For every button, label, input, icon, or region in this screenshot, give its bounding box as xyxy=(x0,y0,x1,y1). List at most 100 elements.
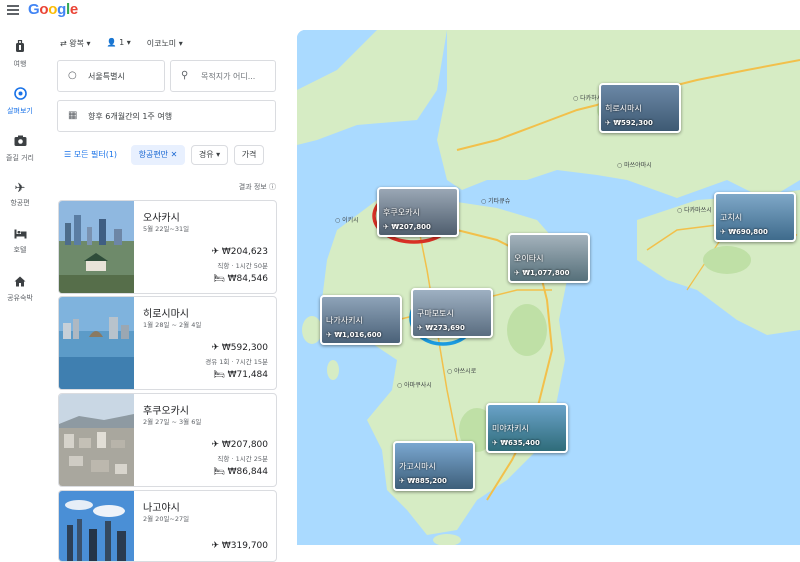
pin-city: 고치시 xyxy=(720,213,743,222)
dropdown-arrow-icon: ▾ xyxy=(83,39,91,48)
rail-item-flights[interactable]: ✈ 항공편 xyxy=(0,182,40,208)
rail-label: 여행 xyxy=(13,60,27,68)
explore-panel: ⇄ 왕복 ▾ 👤 1 ▾ 이코노미 ▾ ○ 서울특별시 ⚲ 목적지가 어디...… xyxy=(46,30,286,562)
map-canvas[interactable] xyxy=(297,30,800,545)
result-duration: 직항 · 1시간 50분 xyxy=(217,262,268,270)
pin-city: 후쿠오카시 xyxy=(383,208,420,217)
rail-item-things-to-do[interactable]: 즐길 거리 xyxy=(0,135,40,163)
hotel-bed-icon: 🛏 xyxy=(213,274,228,284)
map-place-label: ○ 야쓰시로 xyxy=(447,368,477,375)
camera-icon xyxy=(0,135,40,150)
house-icon xyxy=(0,276,40,290)
map-pin-hiroshima[interactable]: 히로시마시 ✈ ₩592,300 xyxy=(599,83,681,133)
flight-icon: ✈ xyxy=(211,247,222,257)
stops-chip[interactable]: 경유 ▾ xyxy=(190,145,229,165)
map-pin-kumamoto[interactable]: 구마모토시 ✈ ₩273,690 xyxy=(411,288,493,338)
result-flight-price: ✈ ₩592,300 xyxy=(211,343,268,353)
origin-value: 서울특별시 xyxy=(88,72,125,81)
result-duration: 직항 · 1시간 25분 xyxy=(217,455,268,463)
origin-circle-icon: ○ xyxy=(68,70,77,81)
map-place-label: ○ 이키시 xyxy=(335,217,359,224)
flight-price-value: ₩207,800 xyxy=(221,440,268,450)
close-icon[interactable]: ✕ xyxy=(168,150,178,159)
map-pin-kochi[interactable]: 고치시 ✈ ₩690,800 xyxy=(714,192,796,242)
map-pin-nagasaki[interactable]: 나가사키시 ✈ ₩1,016,600 xyxy=(320,295,402,345)
trip-type-value: 왕복 xyxy=(69,39,84,48)
rail-label: 호텔 xyxy=(13,246,27,254)
destination-photo xyxy=(59,297,134,389)
map-pin-fukuoka[interactable]: 후쿠오카시 ✈ ₩207,800 xyxy=(377,187,459,237)
menu-icon[interactable] xyxy=(7,5,19,15)
rail-label: 항공편 xyxy=(10,199,30,207)
map-pin-miyazaki[interactable]: 미야자키시 ✈ ₩635,400 xyxy=(486,403,568,453)
airline-chip[interactable]: 항공편만 ✕ xyxy=(130,145,186,165)
location-pin-icon: ⚲ xyxy=(181,70,189,81)
all-filters-label: 모든 필터(1) xyxy=(73,150,118,159)
swap-icon: ⇄ xyxy=(60,39,70,48)
calendar-icon: ▦ xyxy=(68,110,78,121)
flight-price-value: ₩592,300 xyxy=(221,343,268,353)
price-chip-label: 가격 xyxy=(241,150,257,159)
stops-chip-label: 경유 xyxy=(198,150,214,159)
flight-price-value: ₩204,623 xyxy=(221,247,268,257)
hotel-price-value: ₩71,484 xyxy=(227,370,268,380)
explore-icon xyxy=(0,87,40,103)
rail-label: 살펴보기 xyxy=(7,107,33,115)
rail-item-vacation-rentals[interactable]: 공유숙박 xyxy=(0,276,40,303)
dates-field[interactable]: ▦ 향후 6개월간의 1주 여행 xyxy=(57,100,276,132)
rail-item-explore[interactable]: 살펴보기 xyxy=(0,87,40,116)
result-card[interactable]: 오사카시 5월 22일~31일 ✈ ₩204,623 직항 · 1시간 50분 … xyxy=(58,200,277,294)
result-flight-price: ✈ ₩207,800 xyxy=(211,440,268,450)
google-logo[interactable]: Google xyxy=(28,1,78,18)
cabin-select[interactable]: 이코노미 ▾ xyxy=(147,38,183,49)
hotel-bed-icon: 🛏 xyxy=(213,370,228,380)
dropdown-arrow-icon: ▾ xyxy=(124,38,131,47)
dates-value: 향후 6개월간의 1주 여행 xyxy=(88,112,173,121)
pin-price-value: ₩1,016,600 xyxy=(334,331,382,339)
result-city: 오사카시 xyxy=(143,213,180,224)
flight-icon: ✈ xyxy=(211,440,222,450)
pin-city: 오이타시 xyxy=(514,254,544,263)
pin-city: 가고시마시 xyxy=(399,462,436,471)
cabin-value: 이코노미 xyxy=(146,39,177,48)
flight-icon: ✈ xyxy=(14,181,26,196)
pin-city: 나가사키시 xyxy=(326,316,363,325)
trip-options-row: ⇄ 왕복 ▾ 👤 1 ▾ 이코노미 ▾ xyxy=(60,38,183,49)
trip-type-select[interactable]: ⇄ 왕복 ▾ xyxy=(60,38,91,49)
map-place-label: ○ 기타큐슈 xyxy=(481,198,511,205)
price-chip[interactable]: 가격 xyxy=(233,145,265,165)
passengers-select[interactable]: 👤 1 ▾ xyxy=(107,38,131,49)
pin-price-value: ₩1,077,800 xyxy=(522,269,570,277)
info-icon: ⓘ xyxy=(269,183,276,191)
pin-price: ✈ ₩635,400 xyxy=(492,439,540,447)
hotel-bed-icon xyxy=(0,229,40,242)
result-card[interactable]: 히로시마시 1월 28일 ~ 2월 4일 ✈ ₩592,300 경유 1회 · … xyxy=(58,296,277,390)
pin-price-value: ₩207,800 xyxy=(391,223,431,231)
origin-field[interactable]: ○ 서울특별시 xyxy=(57,60,165,92)
pin-price: ✈ ₩207,800 xyxy=(383,223,431,231)
hotel-price-value: ₩84,546 xyxy=(227,274,268,284)
result-city: 후쿠오카시 xyxy=(143,406,189,417)
map[interactable]: ○ 다카하시시 ○ 다카마쓰시 ○ 이키시 ○ 기타큐슈 ○ 아마쿠사시 ○ 야… xyxy=(297,30,800,545)
all-filters-button[interactable]: ☰ 모든 필터(1) xyxy=(56,145,125,165)
hotel-price-value: ₩86,844 xyxy=(227,467,268,477)
destination-field[interactable]: ⚲ 목적지가 어디... xyxy=(170,60,276,92)
destination-photo xyxy=(59,491,134,561)
map-pin-oita[interactable]: 오이타시 ✈ ₩1,077,800 xyxy=(508,233,590,283)
rail-item-travel[interactable]: 여행 xyxy=(0,39,40,69)
result-dates: 1월 28일 ~ 2월 4일 xyxy=(143,321,202,329)
results-info-label: 결과 정보 xyxy=(238,183,267,191)
pin-city: 히로시마시 xyxy=(605,104,642,113)
map-place-label: ○ 아마쿠사시 xyxy=(397,382,432,389)
map-place-label: ○ 마쓰야마시 xyxy=(617,162,652,169)
pin-price: ✈ ₩885,200 xyxy=(399,477,447,485)
result-card[interactable]: 후쿠오카시 2월 27일 ~ 3월 6일 ✈ ₩207,800 직항 · 1시간… xyxy=(58,393,277,487)
rail-item-hotels[interactable]: 호텔 xyxy=(0,229,40,255)
pin-price: ✈ ₩592,300 xyxy=(605,119,653,127)
tune-icon: ☰ xyxy=(64,150,74,159)
pin-city: 미야자키시 xyxy=(492,424,529,433)
result-city: 히로시마시 xyxy=(143,309,189,320)
result-card[interactable]: 나고야시 2월 20일~27일 ✈ ₩319,700 xyxy=(58,490,277,562)
map-pin-kagoshima[interactable]: 가고시마시 ✈ ₩885,200 xyxy=(393,441,475,491)
results-info[interactable]: 결과 정보 ⓘ xyxy=(239,182,276,192)
